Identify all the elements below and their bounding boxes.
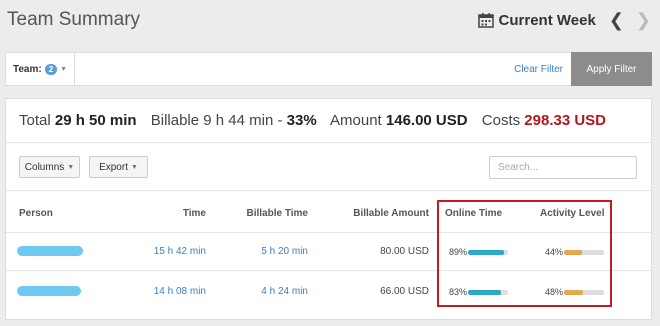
amount-label: Amount xyxy=(330,112,382,129)
costs-value: 298.33 USD xyxy=(524,112,607,129)
billable-percent: 33% xyxy=(286,112,317,129)
column-header-billable-time[interactable]: Billable Time xyxy=(246,208,308,219)
chevron-left-icon[interactable]: ❮ xyxy=(609,11,624,29)
billable-label: Billable 9 h 44 min - xyxy=(150,112,283,129)
columns-button-label: Columns xyxy=(24,161,65,173)
search-input[interactable] xyxy=(489,156,637,179)
costs-label: Costs xyxy=(481,112,521,129)
total-value: 29 h 50 min xyxy=(54,112,137,129)
total-label: Total xyxy=(19,112,51,129)
chevron-down-icon: ▼ xyxy=(67,163,75,171)
summary-panel: Total 29 h 50 min Billable 9 h 44 min - … xyxy=(5,98,652,320)
highlight-annotation xyxy=(437,200,612,307)
billable-amount: 80.00 USD xyxy=(380,246,429,257)
export-button-label: Export xyxy=(99,161,128,173)
time-link[interactable]: 15 h 42 min xyxy=(154,246,206,257)
divider xyxy=(6,142,651,143)
column-header-time[interactable]: Time xyxy=(183,208,206,219)
divider xyxy=(6,190,651,191)
billable-time-link[interactable]: 4 h 24 min xyxy=(261,286,308,297)
clear-filter-link[interactable]: Clear Filter xyxy=(514,64,563,75)
person-name-redacted[interactable] xyxy=(17,286,81,296)
amount-value: 146.00 USD xyxy=(385,112,468,129)
team-filter-dropdown[interactable]: Team: 2 ▼ xyxy=(6,53,76,85)
billable-amount: 66.00 USD xyxy=(380,286,429,297)
apply-filter-button[interactable]: Apply Filter xyxy=(571,52,652,86)
billable-time-link[interactable]: 5 h 20 min xyxy=(261,246,308,257)
column-header-billable-amount[interactable]: Billable Amount xyxy=(353,208,429,219)
chevron-right-icon[interactable]: ❯ xyxy=(636,11,651,29)
calendar-icon[interactable] xyxy=(477,12,494,28)
team-filter-label: Team: xyxy=(13,63,42,75)
page-title: Team Summary xyxy=(7,9,141,30)
columns-button[interactable]: Columns ▼ xyxy=(19,156,80,178)
week-selector[interactable]: Current Week xyxy=(499,12,596,29)
person-name-redacted[interactable] xyxy=(17,246,83,256)
week-navigator: Current Week ❮ ❯ xyxy=(477,11,651,29)
column-header-person[interactable]: Person xyxy=(19,208,53,219)
team-count-badge: 2 xyxy=(44,63,58,75)
chevron-down-icon: ▼ xyxy=(130,163,138,171)
export-button[interactable]: Export ▼ xyxy=(89,156,148,178)
filter-bar: Team: 2 ▼ Clear Filter Apply Filter xyxy=(5,52,652,86)
time-link[interactable]: 14 h 08 min xyxy=(154,286,206,297)
totals-summary: Total 29 h 50 min Billable 9 h 44 min - … xyxy=(19,112,606,129)
chevron-down-icon: ▼ xyxy=(60,65,68,73)
